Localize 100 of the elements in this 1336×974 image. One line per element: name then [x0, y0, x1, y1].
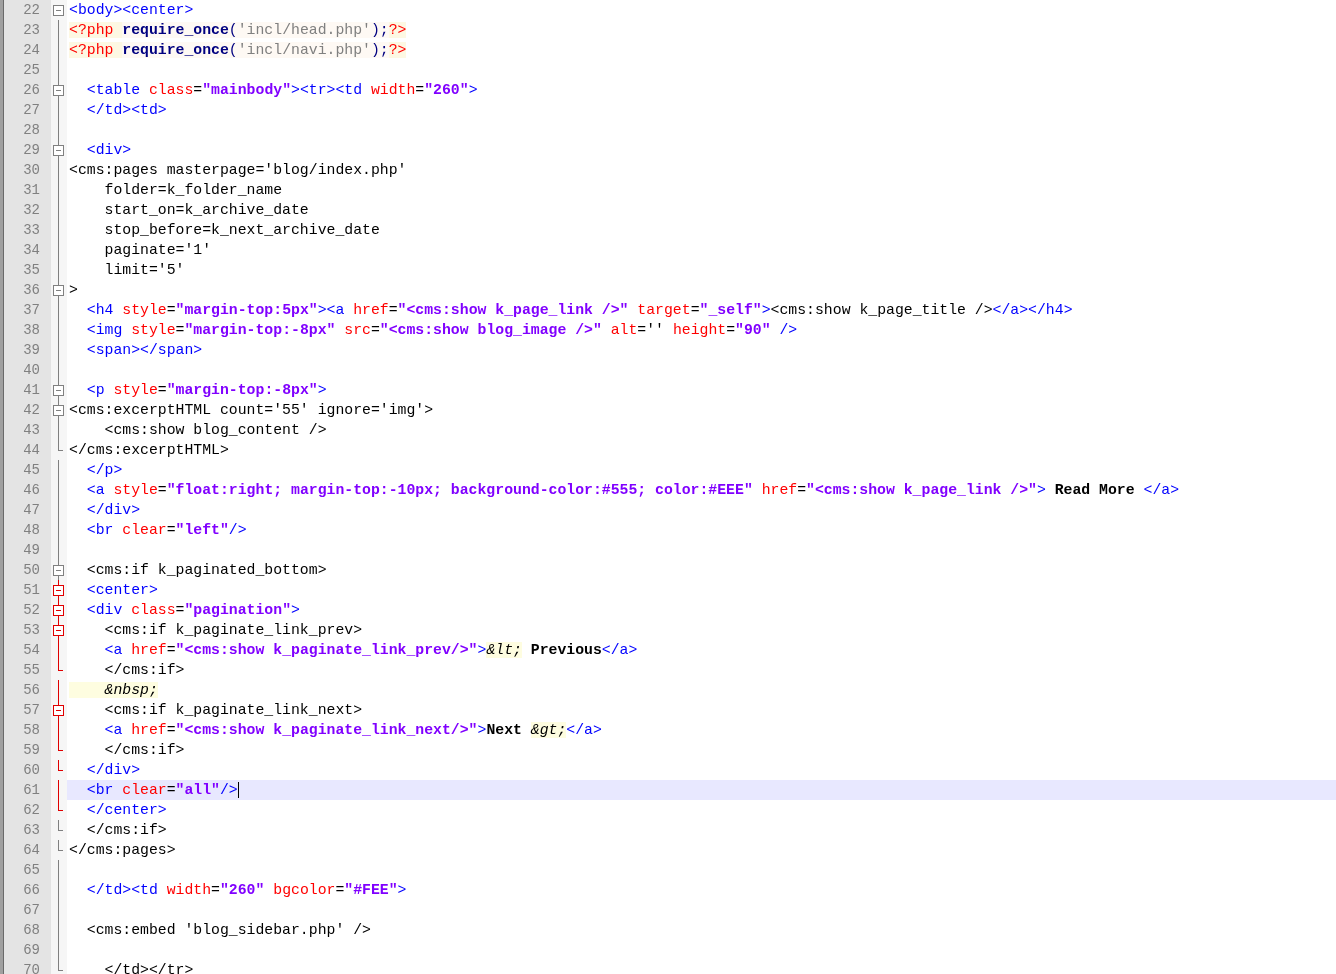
line-number: 69: [4, 940, 51, 960]
code-line: <?php require_once('incl/navi.php');?>: [69, 41, 407, 60]
collapse-icon[interactable]: [53, 85, 64, 96]
code-line: </cms:pages>: [69, 841, 176, 860]
code-line: <cms:excerptHTML count='55' ignore='img'>: [69, 401, 434, 420]
line-number: 27: [4, 100, 51, 120]
collapse-icon[interactable]: [53, 145, 64, 156]
line-number: 32: [4, 200, 51, 220]
code-line: <cms:if k_paginate_link_next>: [103, 701, 363, 720]
line-number: 60: [4, 760, 51, 780]
line-number: 58: [4, 720, 51, 740]
code-line: <center>: [85, 581, 158, 600]
line-number: 23: [4, 20, 51, 40]
code-line: </td><td>: [85, 101, 167, 120]
code-line: <br clear="left"/>: [85, 521, 247, 540]
code-line: <a href="<cms:show k_paginate_link_prev/>">&lt; Previous</a>: [103, 641, 638, 660]
line-number: 31: [4, 180, 51, 200]
line-number: 25: [4, 60, 51, 80]
code-line: </cms:if>: [85, 821, 167, 840]
code-line: <a href="<cms:show k_paginate_link_next/>">Next &gt;</a>: [103, 721, 602, 740]
code-line: <br clear="all"/>: [85, 781, 238, 800]
code-line: <cms:if k_paginate_link_prev>: [103, 621, 363, 640]
code-line: <cms:pages masterpage='blog/index.php': [69, 161, 407, 180]
code-line: paginate='1': [103, 241, 212, 260]
collapse-icon[interactable]: [53, 565, 64, 576]
code-line: folder=k_folder_name: [103, 181, 283, 200]
line-number: 59: [4, 740, 51, 760]
code-line: </td><td width="260" bgcolor="#FEE">: [85, 881, 407, 900]
collapse-icon[interactable]: [53, 285, 64, 296]
code-line: start_on=k_archive_date: [103, 201, 309, 220]
text-cursor: [237, 782, 239, 798]
code-line: </div>: [85, 761, 141, 780]
line-number: 40: [4, 360, 51, 380]
code-line: </cms:if>: [103, 661, 185, 680]
line-number: 43: [4, 420, 51, 440]
line-number: 29: [4, 140, 51, 160]
code-line: <h4 style="margin-top:5px"><a href="<cms:show k_page_link />" target="_self"><cms:show k_page_title /></a></h4>: [85, 301, 1073, 320]
line-number: 34: [4, 240, 51, 260]
code-line: <?php require_once('incl/head.php');?>: [69, 21, 407, 40]
line-number: 22: [4, 0, 51, 20]
code-line: <table class="mainbody"><tr><td width="260">: [85, 81, 478, 100]
code-line: </cms:if>: [103, 741, 185, 760]
code-line: limit='5': [103, 261, 185, 280]
line-number: 35: [4, 260, 51, 280]
line-number: 68: [4, 920, 51, 940]
line-number: 30: [4, 160, 51, 180]
line-number: 36: [4, 280, 51, 300]
line-number: 28: [4, 120, 51, 140]
code-line: <cms:show blog_content />: [103, 421, 327, 440]
line-number: 64: [4, 840, 51, 860]
line-number: 24: [4, 40, 51, 60]
code-line: <div>: [85, 141, 132, 160]
collapse-icon[interactable]: [53, 585, 64, 596]
line-number: 66: [4, 880, 51, 900]
line-number: 48: [4, 520, 51, 540]
line-number: 44: [4, 440, 51, 460]
line-number: 51: [4, 580, 51, 600]
line-number: 38: [4, 320, 51, 340]
code-line: <a style="float:right; margin-top:-10px; background-color:#555; color:#EEE" href="<cms:show k_page_link />"> Read More </a>: [85, 481, 1180, 500]
code-line: </center>: [85, 801, 167, 820]
code-line: </td></tr>: [103, 961, 194, 974]
collapse-icon[interactable]: [53, 625, 64, 636]
line-number: 26: [4, 80, 51, 100]
line-number: 46: [4, 480, 51, 500]
collapse-icon[interactable]: [53, 5, 64, 16]
collapse-icon[interactable]: [53, 705, 64, 716]
code-line: >: [69, 281, 78, 300]
line-number: 63: [4, 820, 51, 840]
collapse-icon[interactable]: [53, 605, 64, 616]
code-line: <img style="margin-top:-8px" src="<cms:show blog_image />" alt='' height="90" />: [85, 321, 798, 340]
code-line: </div>: [85, 501, 141, 520]
line-number: 67: [4, 900, 51, 920]
line-number: 50: [4, 560, 51, 580]
code-line: </p>: [85, 461, 123, 480]
line-number: 42: [4, 400, 51, 420]
code-line: <body><center>: [69, 1, 194, 20]
code-line: <cms:if k_paginated_bottom>: [85, 561, 327, 580]
line-number: 62: [4, 800, 51, 820]
code-line: stop_before=k_next_archive_date: [103, 221, 380, 240]
line-number: 52: [4, 600, 51, 620]
code-line: <p style="margin-top:-8px">: [85, 381, 327, 400]
code-line: <span></span>: [85, 341, 203, 360]
line-number: 70: [4, 960, 51, 974]
line-number: 57: [4, 700, 51, 720]
line-number: 53: [4, 620, 51, 640]
code-line: </cms:excerptHTML>: [69, 441, 229, 460]
line-number: 39: [4, 340, 51, 360]
code-line: <div class="pagination">: [85, 601, 300, 620]
line-number: 41: [4, 380, 51, 400]
line-number: 61: [4, 780, 51, 800]
line-number: 54: [4, 640, 51, 660]
line-number: 55: [4, 660, 51, 680]
line-number: 56: [4, 680, 51, 700]
line-number: 33: [4, 220, 51, 240]
collapse-icon[interactable]: [53, 405, 64, 416]
line-number: 49: [4, 540, 51, 560]
collapse-icon[interactable]: [53, 385, 64, 396]
line-number: 65: [4, 860, 51, 880]
code-line: <cms:embed 'blog_sidebar.php' />: [85, 921, 371, 940]
line-number: 45: [4, 460, 51, 480]
